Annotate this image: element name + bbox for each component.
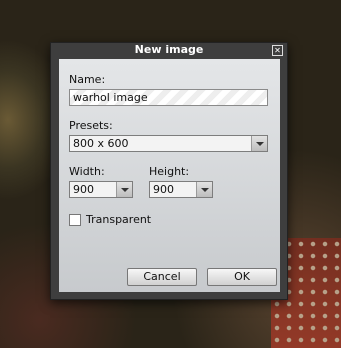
height-select[interactable]: 900 bbox=[149, 181, 213, 198]
close-icon[interactable]: ✕ bbox=[272, 45, 283, 56]
ok-button[interactable]: OK bbox=[207, 268, 277, 286]
dialog-title: New image bbox=[134, 43, 204, 56]
chevron-down-icon[interactable] bbox=[196, 182, 212, 197]
width-label: Width: bbox=[69, 165, 105, 178]
width-value: 900 bbox=[73, 183, 94, 196]
height-label: Height: bbox=[149, 165, 190, 178]
width-select[interactable]: 900 bbox=[69, 181, 133, 198]
dialog-content: Name: warhol image Presets: 800 x 600 Wi… bbox=[59, 59, 280, 292]
chevron-down-icon[interactable] bbox=[116, 182, 132, 197]
new-image-dialog: New image ✕ Name: warhol image Presets: … bbox=[50, 42, 288, 300]
cancel-button[interactable]: Cancel bbox=[127, 268, 197, 286]
dialog-titlebar[interactable]: New image ✕ bbox=[51, 43, 287, 57]
presets-label: Presets: bbox=[69, 119, 113, 132]
height-value: 900 bbox=[153, 183, 174, 196]
transparent-label: Transparent bbox=[86, 213, 152, 226]
presets-select[interactable]: 800 x 600 bbox=[69, 135, 268, 152]
chevron-down-icon[interactable] bbox=[251, 136, 267, 151]
name-input[interactable]: warhol image bbox=[69, 89, 268, 106]
transparent-checkbox[interactable] bbox=[69, 214, 81, 226]
name-label: Name: bbox=[69, 73, 106, 86]
presets-value: 800 x 600 bbox=[73, 137, 129, 150]
